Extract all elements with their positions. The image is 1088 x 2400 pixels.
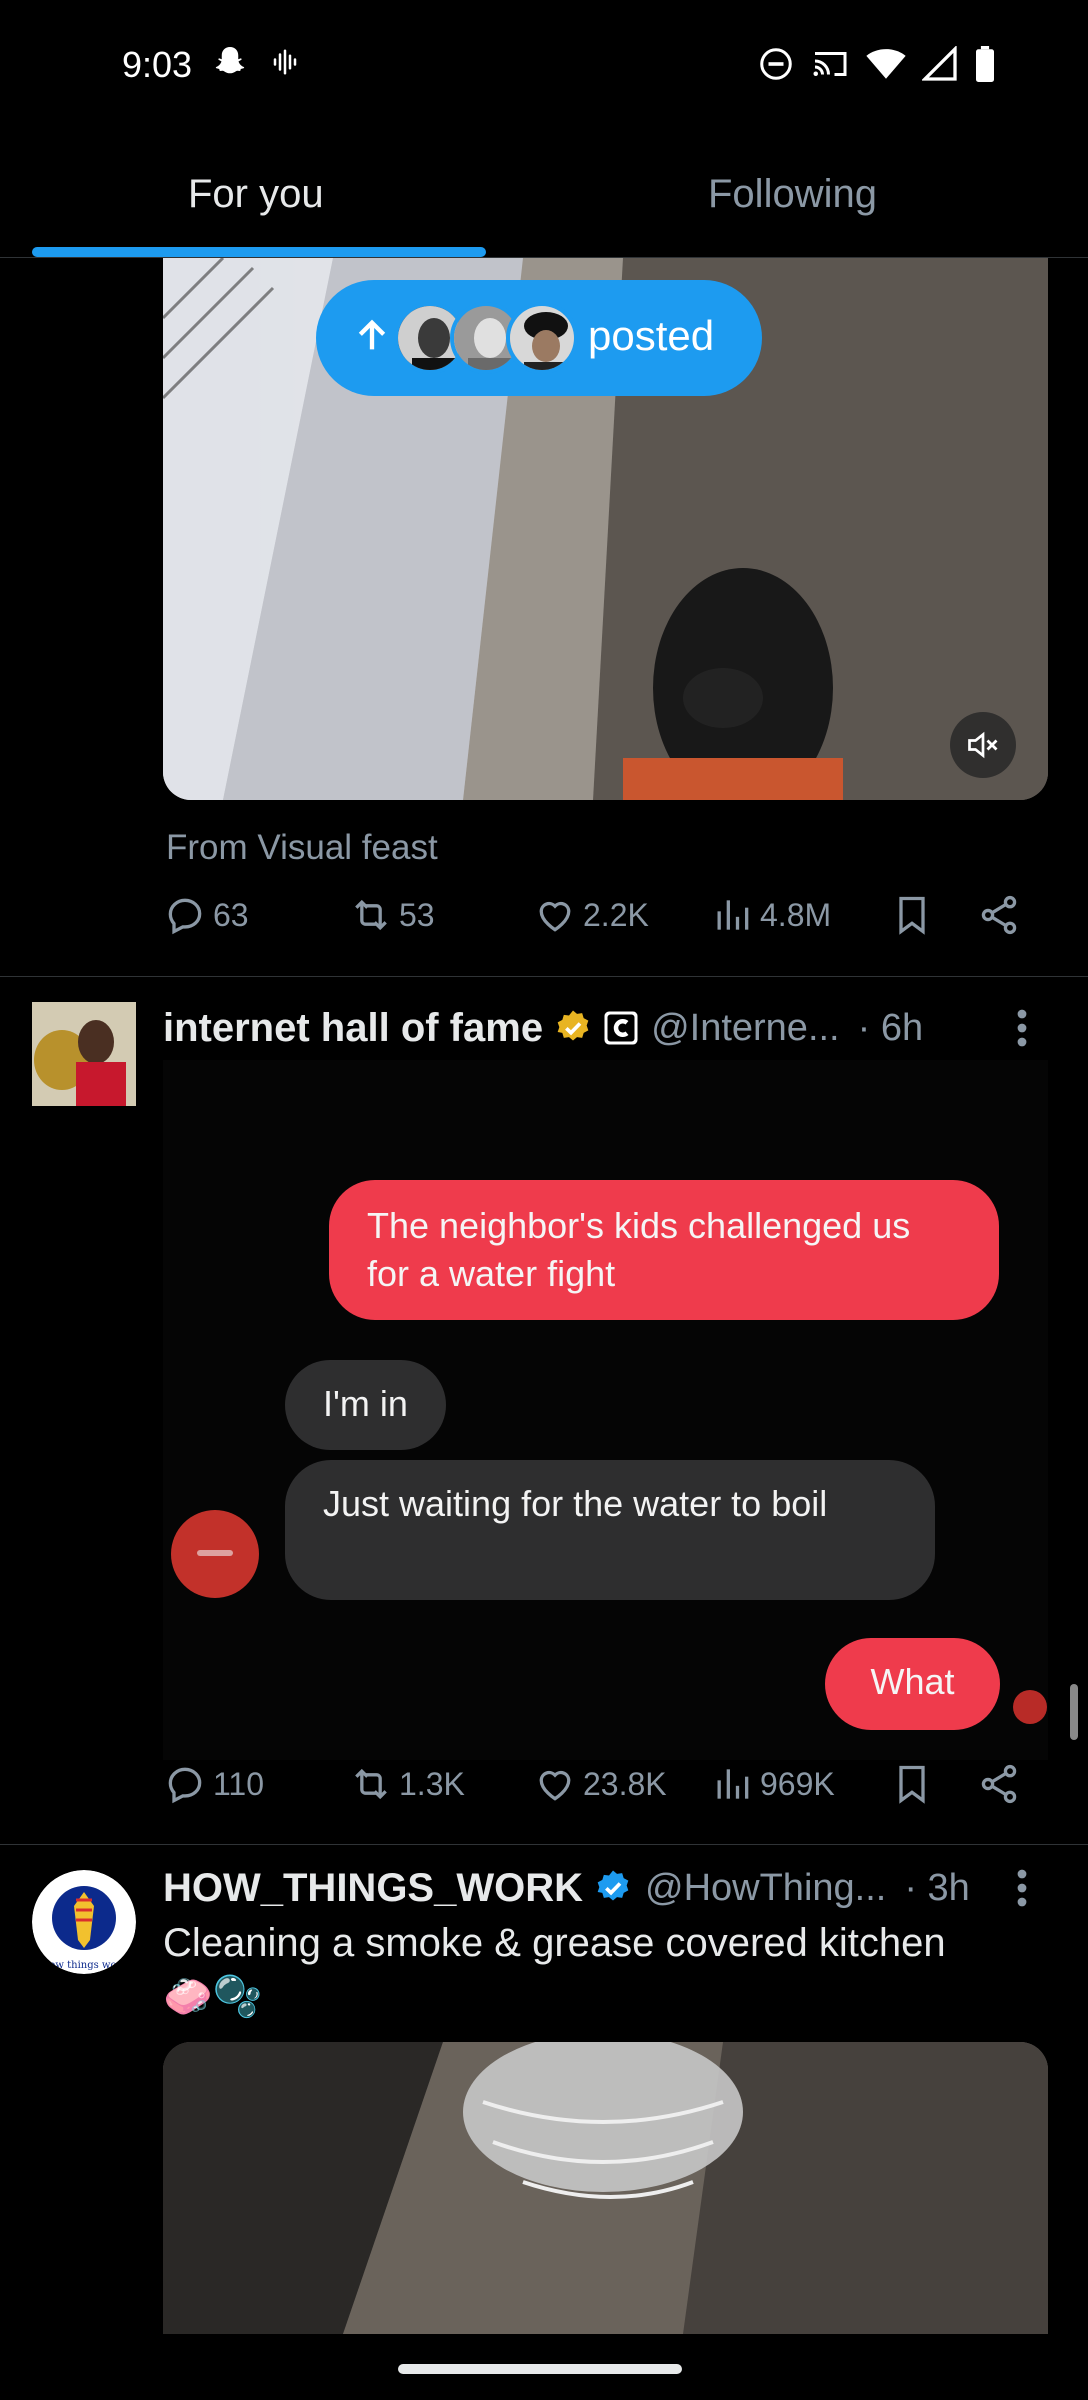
bookmark-button[interactable] bbox=[890, 1762, 934, 1806]
share-button[interactable] bbox=[977, 1762, 1021, 1806]
share-icon bbox=[981, 1764, 1017, 1804]
reply-count: 63 bbox=[213, 896, 249, 933]
scrollbar[interactable] bbox=[1070, 1684, 1078, 1740]
home-indicator[interactable] bbox=[398, 2364, 682, 2374]
video-frame bbox=[163, 2042, 1048, 2334]
chat-bubble-received: Just waiting for the water to boil bbox=[285, 1460, 935, 1600]
post2-avatar[interactable] bbox=[32, 1002, 136, 1106]
arrow-up-icon bbox=[358, 319, 386, 350]
like-button[interactable]: 23.8K bbox=[533, 1762, 667, 1806]
reply-button[interactable]: 63 bbox=[163, 893, 249, 937]
views-chart-icon bbox=[717, 900, 749, 930]
repost-button[interactable]: 1.3K bbox=[349, 1762, 465, 1806]
repost-count: 53 bbox=[399, 896, 435, 933]
mute-button[interactable] bbox=[950, 712, 1016, 778]
post2-actions: 110 1.3K 23.8K 969K bbox=[163, 1762, 1033, 1822]
battery-icon bbox=[976, 46, 994, 82]
chat-avatar bbox=[171, 1510, 259, 1598]
tab-for-you[interactable]: For you bbox=[188, 172, 324, 217]
reply-button[interactable]: 110 bbox=[163, 1762, 264, 1806]
like-count: 23.8K bbox=[583, 1765, 667, 1802]
repost-icon bbox=[355, 1768, 387, 1800]
tab-selected-indicator bbox=[32, 247, 486, 257]
reply-icon bbox=[168, 898, 202, 935]
chat-bubble-sent: What bbox=[825, 1638, 1000, 1730]
author-handle[interactable]: @Interne... bbox=[651, 1007, 840, 1050]
post3-avatar[interactable]: How things work bbox=[32, 1870, 136, 1974]
chat-bubble-received: I'm in bbox=[285, 1360, 446, 1450]
views-button[interactable]: 969K bbox=[710, 1762, 835, 1806]
new-posts-pill[interactable]: posted bbox=[316, 280, 762, 396]
repost-icon bbox=[355, 899, 387, 931]
avatar bbox=[506, 302, 578, 374]
post-time[interactable]: · 6h bbox=[858, 1007, 923, 1050]
post3-text: Cleaning a smoke & grease covered kitche… bbox=[163, 1916, 1023, 2024]
repost-count: 1.3K bbox=[399, 1765, 465, 1802]
post1-actions: 63 53 2.2K 4.8M bbox=[163, 893, 1033, 953]
status-bar: 9:03 bbox=[0, 0, 1088, 130]
views-count: 4.8M bbox=[760, 896, 832, 933]
blue-verified-icon bbox=[597, 1870, 629, 1901]
post3-header: HOW_THINGS_WORK @HowThing... · 3h bbox=[163, 1860, 970, 1916]
new-posts-label: posted bbox=[588, 312, 715, 359]
reply-count: 110 bbox=[213, 1765, 265, 1802]
author-handle[interactable]: @HowThing... bbox=[645, 1867, 886, 1910]
views-button[interactable]: 4.8M bbox=[710, 893, 831, 937]
author-name[interactable]: internet hall of fame bbox=[163, 1006, 543, 1051]
bookmark-icon bbox=[899, 896, 925, 935]
cast-icon bbox=[813, 52, 847, 76]
post-divider bbox=[0, 976, 1088, 977]
more-options-icon[interactable] bbox=[1016, 1008, 1028, 1048]
bookmark-button[interactable] bbox=[890, 893, 934, 937]
post-emoji: 🧼🫧 bbox=[163, 1975, 263, 2019]
like-button[interactable]: 2.2K bbox=[533, 893, 649, 937]
gold-verified-icon bbox=[557, 1010, 589, 1041]
status-time: 9:03 bbox=[122, 44, 193, 85]
post2-header: internet hall of fame @Interne... · 6h bbox=[163, 1000, 923, 1056]
affiliate-badge-icon bbox=[604, 1011, 638, 1045]
heart-icon bbox=[539, 901, 571, 932]
views-chart-icon bbox=[717, 1769, 749, 1799]
speaker-muted-icon bbox=[968, 731, 998, 759]
post3-video[interactable] bbox=[163, 2042, 1048, 2334]
post-divider bbox=[0, 1844, 1088, 1845]
tab-following[interactable]: Following bbox=[708, 172, 877, 217]
bookmark-icon bbox=[899, 1765, 925, 1804]
chat-avatar bbox=[1013, 1690, 1047, 1724]
post-time[interactable]: · 3h bbox=[904, 1867, 969, 1910]
chat-bubble-sent: The neighbor's kids challenged us for a … bbox=[329, 1180, 999, 1320]
timeline-tabs: For you Following bbox=[0, 140, 1088, 258]
avatar-logo-text: How things work bbox=[41, 1960, 129, 1971]
like-count: 2.2K bbox=[583, 896, 649, 933]
share-button[interactable] bbox=[977, 893, 1021, 937]
signal-icon bbox=[922, 46, 957, 81]
share-icon bbox=[981, 895, 1017, 935]
sound-wave-icon bbox=[273, 49, 297, 75]
heart-icon bbox=[539, 1770, 571, 1801]
snapchat-icon bbox=[215, 47, 245, 74]
do-not-disturb-icon bbox=[760, 48, 792, 80]
repost-button[interactable]: 53 bbox=[349, 893, 435, 937]
post-text: Cleaning a smoke & grease covered kitche… bbox=[163, 1921, 946, 1965]
post2-video[interactable]: The neighbor's kids challenged us for a … bbox=[163, 1060, 1048, 1760]
author-name[interactable]: HOW_THINGS_WORK bbox=[163, 1866, 583, 1911]
post1-source-label[interactable]: From Visual feast bbox=[166, 828, 438, 868]
reply-icon bbox=[168, 1767, 202, 1804]
wifi-icon bbox=[866, 49, 906, 79]
views-count: 969K bbox=[760, 1765, 835, 1802]
more-options-icon[interactable] bbox=[1016, 1868, 1028, 1908]
